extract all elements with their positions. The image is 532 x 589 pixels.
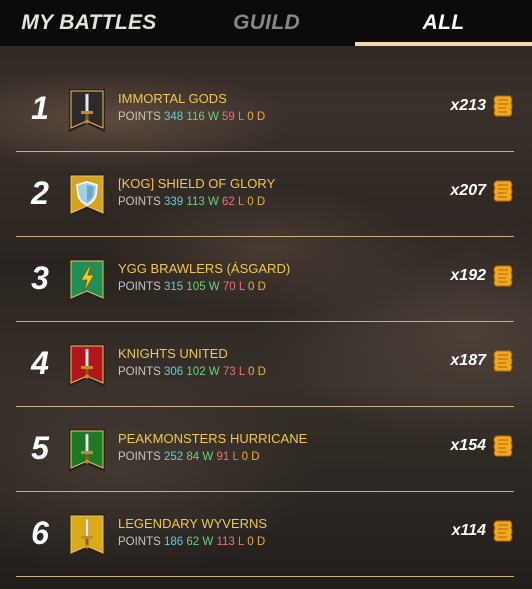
points-label: POINTS bbox=[118, 111, 161, 123]
wins-value: 62 bbox=[186, 536, 200, 548]
guild-name[interactable]: PEAKMONSTERS HURRICANE bbox=[118, 431, 307, 446]
losses-label: L bbox=[238, 366, 245, 378]
points-label: POINTS bbox=[118, 536, 161, 548]
guild-banner bbox=[68, 173, 106, 219]
wins-label: W bbox=[208, 281, 220, 293]
draws-label: D bbox=[256, 111, 266, 123]
draws-label: D bbox=[251, 451, 260, 463]
draws-label: D bbox=[256, 196, 266, 208]
tab-my-battles[interactable]: MY BATTLES bbox=[0, 0, 178, 46]
guild-stats: POINTS 186 62 W 113 L 0 D bbox=[118, 536, 265, 548]
wins-label: W bbox=[202, 451, 214, 463]
guild-name[interactable]: LEGENDARY WYVERNS bbox=[118, 516, 267, 531]
reward: x207 bbox=[450, 179, 514, 203]
wins-value: 116 bbox=[186, 111, 205, 123]
draws-label: D bbox=[257, 281, 266, 293]
reward: x154 bbox=[450, 434, 514, 458]
tab-all[interactable]: ALL bbox=[355, 0, 532, 46]
draws-label: D bbox=[257, 366, 266, 378]
guild-row[interactable]: 6 LEGENDARY WYVERNS POINTS 186 62 W 113 L … bbox=[16, 491, 514, 577]
reward: x192 bbox=[450, 264, 514, 288]
points-value: 339 bbox=[164, 196, 184, 208]
guild-row[interactable]: 4 KNIGHTS UNITED POINTS 306 102 W 73 L 0 D… bbox=[16, 321, 514, 407]
wins-value: 102 bbox=[186, 366, 206, 378]
tab-bar: MY BATTLES GUILD ALL bbox=[0, 0, 532, 46]
guild-name[interactable]: IMMORTAL GODS bbox=[118, 91, 227, 106]
guild-stats: POINTS 348 116 W 59 L 0 D bbox=[118, 111, 265, 123]
guild-row[interactable]: 1 IMMORTAL GODS POINTS 348 116 W 59 L 0 D x… bbox=[16, 66, 514, 152]
points-label: POINTS bbox=[118, 281, 161, 293]
losses-label: L bbox=[238, 281, 245, 293]
guild-banner bbox=[68, 343, 106, 389]
merit-scroll-icon bbox=[492, 519, 514, 543]
points-label: POINTS bbox=[118, 451, 161, 463]
guild-banner bbox=[68, 88, 106, 134]
guild-row[interactable]: 3 YGG BRAWLERS (ÁSGARD) POINTS 315 105 W 7… bbox=[16, 236, 514, 322]
draws-value: 0 bbox=[247, 111, 254, 123]
merit-scroll-icon bbox=[492, 94, 514, 118]
rank-number: 2 bbox=[31, 175, 49, 211]
points-value: 252 bbox=[164, 451, 184, 463]
guild-row[interactable]: 2 [KOG] SHIELD OF GLORY POINTS 339 113 W 6… bbox=[16, 151, 514, 237]
points-label: POINTS bbox=[118, 196, 161, 208]
losses-value: 91 bbox=[216, 451, 230, 463]
guild-name[interactable]: KNIGHTS UNITED bbox=[118, 346, 228, 361]
rank-number: 5 bbox=[31, 430, 49, 466]
losses-value: 62 bbox=[222, 196, 235, 208]
guild-stats: POINTS 315 105 W 70 L 0 D bbox=[118, 281, 266, 293]
rank-number: 4 bbox=[31, 345, 49, 381]
reward-count: x207 bbox=[450, 182, 486, 199]
wins-label: W bbox=[207, 196, 219, 208]
wins-value: 105 bbox=[186, 281, 206, 293]
reward-count: x213 bbox=[450, 97, 486, 114]
draws-label: D bbox=[256, 536, 266, 548]
rank-number: 3 bbox=[31, 260, 49, 296]
reward: x187 bbox=[450, 349, 514, 373]
points-value: 186 bbox=[164, 536, 184, 548]
reward: x213 bbox=[450, 94, 514, 118]
wins-label: W bbox=[208, 366, 220, 378]
losses-value: 113 bbox=[216, 536, 235, 548]
draws-value: 0 bbox=[247, 536, 254, 548]
merit-scroll-icon bbox=[492, 179, 514, 203]
wins-value: 113 bbox=[186, 196, 205, 208]
points-value: 315 bbox=[164, 281, 184, 293]
points-value: 348 bbox=[164, 111, 184, 123]
merit-scroll-icon bbox=[492, 434, 514, 458]
rank-number: 1 bbox=[31, 90, 49, 126]
guild-name[interactable]: [KOG] SHIELD OF GLORY bbox=[118, 176, 275, 191]
reward-count: x154 bbox=[450, 437, 486, 454]
rank-number: 6 bbox=[31, 515, 49, 551]
reward-count: x192 bbox=[450, 267, 486, 284]
guild-stats: POINTS 252 84 W 91 L 0 D bbox=[118, 451, 260, 463]
guild-banner bbox=[68, 428, 106, 474]
guild-row[interactable]: 5 PEAKMONSTERS HURRICANE POINTS 252 84 W 9… bbox=[16, 406, 514, 492]
guild-stats: POINTS 306 102 W 73 L 0 D bbox=[118, 366, 266, 378]
guild-banner bbox=[68, 513, 106, 559]
losses-value: 70 bbox=[222, 281, 236, 293]
wins-label: W bbox=[202, 536, 214, 548]
reward-count: x114 bbox=[451, 522, 486, 539]
merit-scroll-icon bbox=[492, 349, 514, 373]
losses-value: 59 bbox=[222, 111, 235, 123]
guild-name[interactable]: YGG BRAWLERS (ÁSGARD) bbox=[118, 261, 290, 276]
points-label: POINTS bbox=[118, 366, 161, 378]
losses-value: 73 bbox=[222, 366, 236, 378]
points-value: 306 bbox=[164, 366, 184, 378]
guild-banner bbox=[68, 258, 106, 304]
wins-label: W bbox=[207, 111, 219, 123]
guild-stats: POINTS 339 113 W 62 L 0 D bbox=[118, 196, 265, 208]
draws-value: 0 bbox=[247, 196, 254, 208]
reward-count: x187 bbox=[450, 352, 486, 369]
merit-scroll-icon bbox=[492, 264, 514, 288]
wins-value: 84 bbox=[186, 451, 200, 463]
reward: x114 bbox=[452, 519, 514, 543]
tab-guild[interactable]: GUILD bbox=[178, 0, 355, 46]
